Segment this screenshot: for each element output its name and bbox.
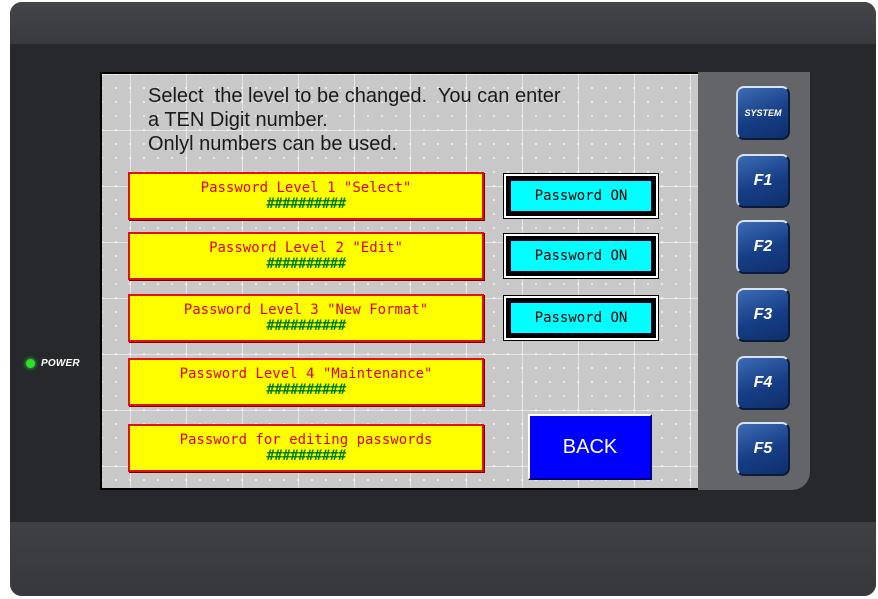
toggle-label: Password ON: [510, 302, 652, 334]
power-led-icon: [26, 359, 35, 368]
password-on-toggle-level-3[interactable]: Password ON: [503, 295, 659, 341]
password-masked-value: ##########: [266, 196, 346, 212]
instruction-text: Select the level to be changed. You can …: [148, 84, 668, 156]
power-label: POWER: [41, 358, 80, 369]
password-level-label: Password Level 1 "Select": [200, 180, 412, 196]
password-level-2-button[interactable]: Password Level 2 "Edit" ##########: [128, 232, 484, 280]
device-bezel-top: [10, 2, 876, 44]
password-level-1-button[interactable]: Password Level 1 "Select" ##########: [128, 172, 484, 220]
f5-key[interactable]: F5: [736, 422, 790, 476]
touch-screen: Select the level to be changed. You can …: [100, 72, 700, 490]
password-masked-value: ##########: [266, 382, 346, 398]
instruction-line: Select the level to be changed. You can …: [148, 85, 561, 107]
password-level-label: Password Level 2 "Edit": [209, 240, 403, 256]
password-edit-passwords-button[interactable]: Password for editing passwords #########…: [128, 424, 484, 472]
f2-key[interactable]: F2: [736, 220, 790, 274]
password-masked-value: ##########: [266, 448, 346, 464]
f3-key[interactable]: F3: [736, 288, 790, 342]
instruction-line: a TEN Digit number.: [148, 109, 328, 131]
password-masked-value: ##########: [266, 256, 346, 272]
system-key[interactable]: SYSTEM: [736, 86, 790, 140]
password-masked-value: ##########: [266, 318, 346, 334]
f1-key[interactable]: F1: [736, 154, 790, 208]
function-key-panel: SYSTEM F1 F2 F3 F4 F5: [698, 72, 810, 490]
password-level-label: Password Level 4 "Maintenance": [179, 366, 433, 382]
toggle-label: Password ON: [510, 240, 652, 272]
device-bezel-bottom: [10, 522, 876, 596]
password-on-toggle-level-1[interactable]: Password ON: [503, 173, 659, 219]
toggle-label: Password ON: [510, 180, 652, 212]
password-level-label: Password Level 3 "New Format": [183, 302, 429, 318]
f4-key[interactable]: F4: [736, 356, 790, 410]
password-level-3-button[interactable]: Password Level 3 "New Format" ##########: [128, 294, 484, 342]
password-level-4-button[interactable]: Password Level 4 "Maintenance" #########…: [128, 358, 484, 406]
power-indicator: POWER: [26, 358, 80, 369]
instruction-line: Onlyl numbers can be used.: [148, 133, 398, 155]
back-button[interactable]: BACK: [528, 414, 652, 480]
password-level-label: Password for editing passwords: [179, 432, 433, 448]
password-on-toggle-level-2[interactable]: Password ON: [503, 233, 659, 279]
